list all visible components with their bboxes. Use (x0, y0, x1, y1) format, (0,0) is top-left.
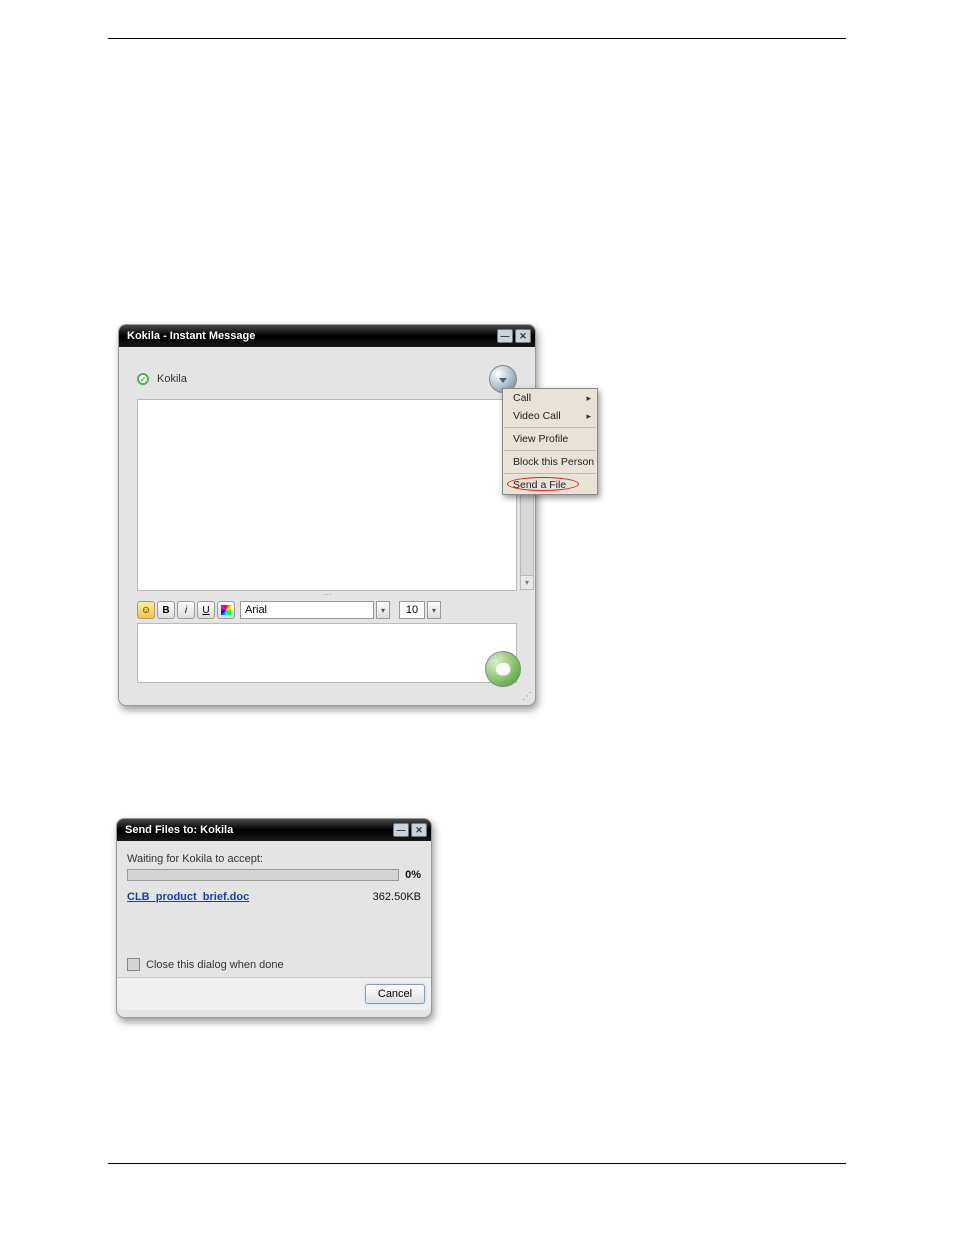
chat-window-title: Kokila - Instant Message (127, 330, 255, 342)
menu-item-view-profile[interactable]: View Profile (503, 430, 597, 448)
progress-percent: 0% (405, 869, 421, 881)
italic-button[interactable]: i (177, 601, 195, 619)
menu-item-video-call[interactable]: Video Call▸ (503, 407, 597, 425)
minimize-button[interactable]: — (393, 823, 409, 837)
close-button[interactable]: ✕ (411, 823, 427, 837)
chat-bubble-icon (495, 662, 511, 676)
bold-button[interactable]: B (157, 601, 175, 619)
minimize-button[interactable]: — (497, 329, 513, 343)
submenu-arrow-icon: ▸ (586, 411, 591, 422)
progress-bar (127, 869, 399, 881)
format-toolbar: ☺ B i U Arial ▾ 10 ▾ (137, 601, 517, 619)
emoji-button[interactable]: ☺ (137, 601, 155, 619)
menu-item-send-file[interactable]: Send a File (503, 476, 597, 494)
send-files-titlebar[interactable]: Send Files to: Kokila — ✕ (117, 819, 431, 841)
submenu-arrow-icon: ▸ (586, 393, 591, 404)
file-name-link[interactable]: CLB_product_brief.doc (127, 891, 249, 903)
send-message-button[interactable] (485, 651, 521, 687)
file-size-text: 362.50KB (373, 891, 421, 903)
waiting-status-text: Waiting for Kokila to accept: (127, 853, 421, 865)
font-size-dropdown-icon[interactable]: ▾ (427, 601, 441, 619)
close-button[interactable]: ✕ (515, 329, 531, 343)
chat-titlebar[interactable]: Kokila - Instant Message — ✕ (119, 325, 535, 347)
menu-item-call[interactable]: Call▸ (503, 389, 597, 407)
close-when-done-checkbox[interactable] (127, 958, 140, 971)
cancel-button[interactable]: Cancel (365, 984, 425, 1004)
resize-grip-icon[interactable]: ⋰ (522, 691, 532, 702)
instant-message-window: Kokila - Instant Message — ✕ ✓ Kokila ▴ … (118, 324, 536, 706)
status-available-icon: ✓ (137, 373, 149, 385)
menu-item-block-person[interactable]: Block this Person (503, 453, 597, 471)
message-input[interactable] (137, 623, 517, 683)
message-history-area: ▴ ▾ (137, 399, 517, 591)
font-size-select[interactable]: 10 (399, 601, 425, 619)
send-files-title: Send Files to: Kokila (125, 824, 233, 836)
actions-context-menu: Call▸ Video Call▸ View Profile Block thi… (502, 388, 598, 495)
send-files-window: Send Files to: Kokila — ✕ Waiting for Ko… (116, 818, 432, 1018)
font-family-select[interactable]: Arial (240, 601, 374, 619)
contact-name: Kokila (157, 373, 187, 385)
font-color-button[interactable] (217, 601, 235, 619)
scroll-down-button[interactable]: ▾ (521, 575, 533, 589)
underline-button[interactable]: U (197, 601, 215, 619)
close-when-done-label: Close this dialog when done (146, 959, 284, 971)
font-family-dropdown-icon[interactable]: ▾ (376, 601, 390, 619)
